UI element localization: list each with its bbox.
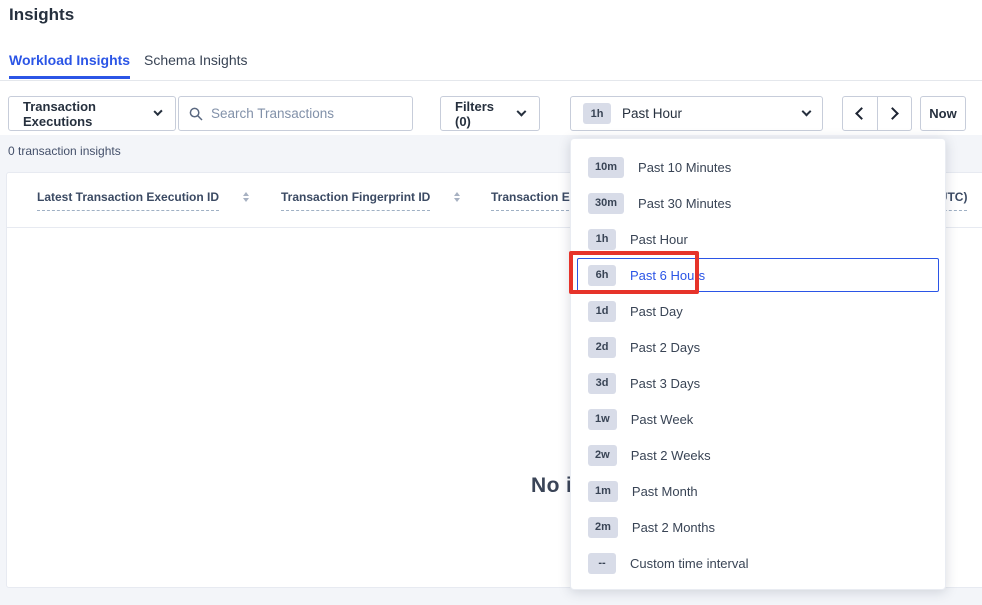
time-option-past-day[interactable]: 1d Past Day [577,294,939,328]
interval-badge: 6h [588,265,616,286]
time-interval-dropdown: 10m Past 10 Minutes 30m Past 30 Minutes … [570,138,946,590]
time-range-selector[interactable]: 1h Past Hour [570,96,823,131]
interval-badge: 30m [588,193,624,214]
time-range-label: Past Hour [622,106,803,121]
insights-count: 0 transaction insights [8,144,121,158]
interval-badge: 2w [588,445,617,466]
time-option-custom-interval[interactable]: -- Custom time interval [577,546,939,580]
chevron-right-icon [886,107,899,120]
time-option-past-2-weeks[interactable]: 2w Past 2 Weeks [577,438,939,472]
chevron-down-icon [517,107,527,117]
search-box[interactable] [178,96,413,131]
filters-button[interactable]: Filters (0) [440,96,540,131]
chevron-left-icon [856,107,869,120]
time-option-past-10-minutes[interactable]: 10m Past 10 Minutes [577,150,939,184]
time-prev-button[interactable] [843,97,877,130]
interval-badge: 3d [588,373,616,394]
interval-badge: 2d [588,337,616,358]
transaction-type-selector[interactable]: Transaction Executions [8,96,176,131]
interval-badge: 10m [588,157,624,178]
column-header-latest-transaction-execution-id[interactable]: Latest Transaction Execution ID [37,190,249,211]
column-header-transaction-fingerprint-id[interactable]: Transaction Fingerprint ID [281,190,460,211]
time-option-past-2-days[interactable]: 2d Past 2 Days [577,330,939,364]
interval-badge: 1m [588,481,618,502]
chevron-down-icon [802,107,812,117]
time-range-badge: 1h [583,103,611,124]
interval-badge: 2m [588,517,618,538]
time-option-past-6-hours[interactable]: 6h Past 6 Hours [577,258,939,292]
search-icon [189,107,203,121]
interval-badge: 1d [588,301,616,322]
time-nav-group [842,96,912,131]
time-option-past-month[interactable]: 1m Past Month [577,474,939,508]
interval-badge: -- [588,553,616,574]
sort-icon[interactable] [454,192,460,202]
time-next-button[interactable] [877,97,911,130]
interval-badge: 1h [588,229,616,250]
page-title: Insights [9,5,74,25]
sort-icon[interactable] [243,192,249,202]
time-option-past-3-days[interactable]: 3d Past 3 Days [577,366,939,400]
transaction-type-label: Transaction Executions [23,99,146,129]
time-option-past-week[interactable]: 1w Past Week [577,402,939,436]
now-button[interactable]: Now [920,96,966,131]
tab-schema-insights[interactable]: Schema Insights [144,52,248,68]
time-option-past-hour[interactable]: 1h Past Hour [577,222,939,256]
filters-label: Filters (0) [455,99,509,129]
search-input[interactable] [211,106,402,121]
tab-workload-insights[interactable]: Workload Insights [9,52,130,68]
chevron-down-icon [153,107,162,116]
interval-badge: 1w [588,409,617,430]
tab-bar: Workload Insights Schema Insights [0,44,982,81]
time-option-past-30-minutes[interactable]: 30m Past 30 Minutes [577,186,939,220]
time-option-past-2-months[interactable]: 2m Past 2 Months [577,510,939,544]
